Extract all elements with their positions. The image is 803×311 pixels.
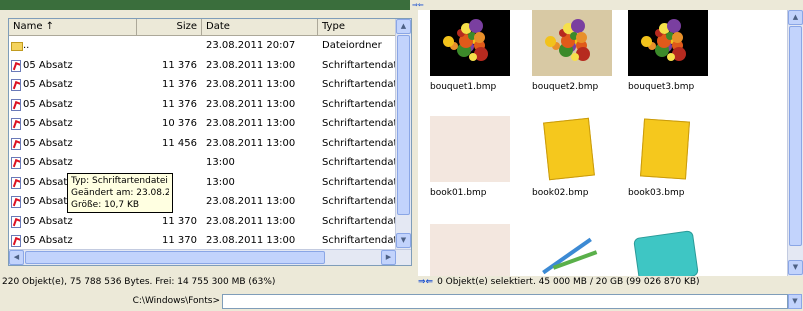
thumbnail-image: [430, 10, 510, 76]
pdf-icon: [11, 59, 21, 72]
thumbnail-vertical-scrollbar[interactable]: ▲ ▼: [787, 10, 803, 276]
cell-name: 05 Absatz: [23, 215, 73, 227]
column-header-name[interactable]: Name ↑: [9, 19, 137, 36]
table-row[interactable]: 05 Absatz 11 376 23.08.2011 13:00 Schriftar…: [9, 95, 411, 115]
cell-name: 05 Absatz: [23, 235, 73, 246]
column-header-size[interactable]: Size: [137, 19, 202, 36]
pdf-icon: [11, 98, 21, 111]
cell-date: 23.08.2011 13:00: [206, 137, 296, 149]
cell-date: 23.08.2011 13:00: [206, 235, 296, 246]
scroll-down-button[interactable]: ▼: [396, 233, 411, 248]
file-tooltip: Typ: Schriftartendatei Geändert am: 23.0…: [67, 173, 173, 213]
file-rows: .. 23.08.2011 20:07 Dateiordner 05 Absatz 11…: [9, 36, 411, 251]
status-arrows-icon[interactable]: ⇒⇐: [418, 277, 433, 287]
cell-date: 13:00: [206, 176, 235, 188]
cell-date: 23.08.2011 13:00: [206, 79, 296, 90]
file-list-vertical-scrollbar[interactable]: ▲ ▼: [395, 19, 411, 249]
table-row[interactable]: 05 Absatz 11 376 23.08.2011 13:00 Schriftar…: [9, 75, 411, 95]
right-status-bar: ⇒⇐ 0 Objekt(e) selektiert. 45 000 MB / 20…: [418, 276, 803, 289]
thumbnail-image: [628, 10, 708, 76]
cell-name: 05 Absatz: [23, 157, 73, 168]
thumbnail-image: [430, 224, 510, 276]
thumbnail-image: [532, 224, 612, 276]
table-row[interactable]: 05 Absatz 11 456 23.08.2011 13:00 Schriftar…: [9, 134, 411, 154]
scroll-thumb-vertical[interactable]: [397, 35, 410, 215]
cell-date: 13:00: [206, 157, 235, 168]
pdf-icon: [11, 235, 21, 247]
cell-date: 23.08.2011 13:00: [206, 215, 296, 227]
thumbnail-caption: book03.bmp: [628, 188, 685, 198]
tooltip-line-size: Größe: 10,7 KB: [71, 200, 140, 210]
thumb-scroll-down-button[interactable]: ▼: [788, 260, 803, 275]
scroll-thumb-horizontal[interactable]: [25, 251, 325, 264]
thumbnail-image: [628, 116, 708, 182]
thumbnail-caption: bouquet3.bmp: [628, 82, 695, 92]
pdf-icon: [11, 157, 21, 169]
folder-icon: [11, 42, 23, 51]
tooltip-line-modified: Geändert am: 23.08.2011 13:00: [71, 188, 169, 198]
cell-size: 11 456: [162, 137, 197, 149]
tooltip-line-type: Typ: Schriftartendatei: [71, 176, 168, 186]
command-line-bar: C:\Windows\Fonts> ▼: [0, 292, 803, 311]
thumbnail-image: [532, 116, 612, 182]
left-panel-title-bar[interactable]: [0, 0, 410, 10]
command-input[interactable]: [222, 294, 788, 309]
cell-date: 23.08.2011 13:00: [206, 98, 296, 110]
table-row[interactable]: .. 23.08.2011 20:07 Dateiordner: [9, 36, 411, 56]
cell-date: 23.08.2011 20:07: [206, 40, 296, 51]
left-status-bar: 220 Objekt(e), 75 788 536 Bytes. Frei: 1…: [2, 277, 276, 287]
right-panel-path-bar[interactable]: ⇒⇐: [412, 0, 803, 10]
cell-date: 23.08.2011 13:00: [206, 118, 296, 129]
cell-size: 11 376: [162, 59, 197, 71]
pdf-icon: [11, 215, 21, 228]
thumbnail-image: [628, 224, 708, 276]
table-row[interactable]: 05 Absatz 11 370 23.08.2011 13:00 Schriftar…: [9, 212, 411, 232]
thumb-scroll-thumb[interactable]: [789, 26, 802, 246]
cell-date: 23.08.2011 13:00: [206, 59, 296, 71]
command-history-dropdown-button[interactable]: ▼: [788, 294, 802, 309]
right-status-text: 0 Objekt(e) selektiert. 45 000 MB / 20 G…: [437, 277, 700, 287]
pdf-icon: [11, 196, 21, 208]
table-row[interactable]: 05 Absatz 13:00 Schriftartendatei: [9, 153, 411, 173]
cell-name: 05 Absatz: [23, 137, 73, 149]
thumbnail-image: [430, 116, 510, 182]
pdf-icon: [11, 118, 21, 130]
file-list-horizontal-scrollbar[interactable]: ◀ ▶: [9, 249, 411, 265]
thumbnail-image: [532, 10, 612, 76]
thumbnail-caption: bouquet1.bmp: [430, 82, 497, 92]
scroll-up-button[interactable]: ▲: [396, 19, 411, 34]
cell-name: 05 Absatz: [23, 59, 73, 71]
column-header-date[interactable]: Date: [202, 19, 318, 36]
thumb-scroll-up-button[interactable]: ▲: [788, 10, 803, 25]
cell-date: 23.08.2011 13:00: [206, 196, 296, 207]
thumbnail-panel[interactable]: bouquet1.bmp bouquet2.bmp bouquet3.bmp book…: [418, 10, 803, 276]
pdf-icon: [11, 79, 21, 91]
thumbnail-caption: bouquet2.bmp: [532, 82, 599, 92]
file-list-panel[interactable]: Name ↑ Size Date Type .. 23.08.2011 20:07…: [8, 18, 412, 266]
top-strip: ⇒⇐: [0, 0, 803, 10]
pdf-icon: [11, 176, 21, 189]
scroll-left-button[interactable]: ◀: [9, 250, 24, 265]
left-panel-title: [0, 2, 6, 10]
table-row[interactable]: 05 Absatz 10 376 23.08.2011 13:00 Schriftar…: [9, 114, 411, 134]
cell-size: 10 376: [162, 118, 197, 129]
cell-name: ..: [23, 40, 30, 51]
cell-size: 11 370: [162, 215, 197, 227]
sync-arrows-icon[interactable]: ⇒⇐: [412, 1, 424, 9]
thumbnail-caption: book02.bmp: [532, 188, 589, 198]
cell-name: 05 Absatz: [23, 118, 73, 129]
command-prompt-label: C:\Windows\Fonts>: [132, 296, 220, 306]
scroll-right-button[interactable]: ▶: [381, 250, 396, 265]
cell-size: 11 376: [162, 98, 197, 110]
cell-size: 11 370: [162, 235, 197, 246]
cell-name: 05 Absatz: [23, 98, 73, 110]
table-row[interactable]: 05 Absatz 11 370 23.08.2011 13:00 Schriftar…: [9, 231, 411, 251]
cell-name: 05 Absatz: [23, 79, 73, 90]
table-row[interactable]: 05 Absatz 11 376 23.08.2011 13:00 Schriftar…: [9, 56, 411, 76]
pdf-icon: [11, 137, 21, 150]
thumbnail-caption: book01.bmp: [430, 188, 487, 198]
cell-size: 11 376: [162, 79, 197, 90]
